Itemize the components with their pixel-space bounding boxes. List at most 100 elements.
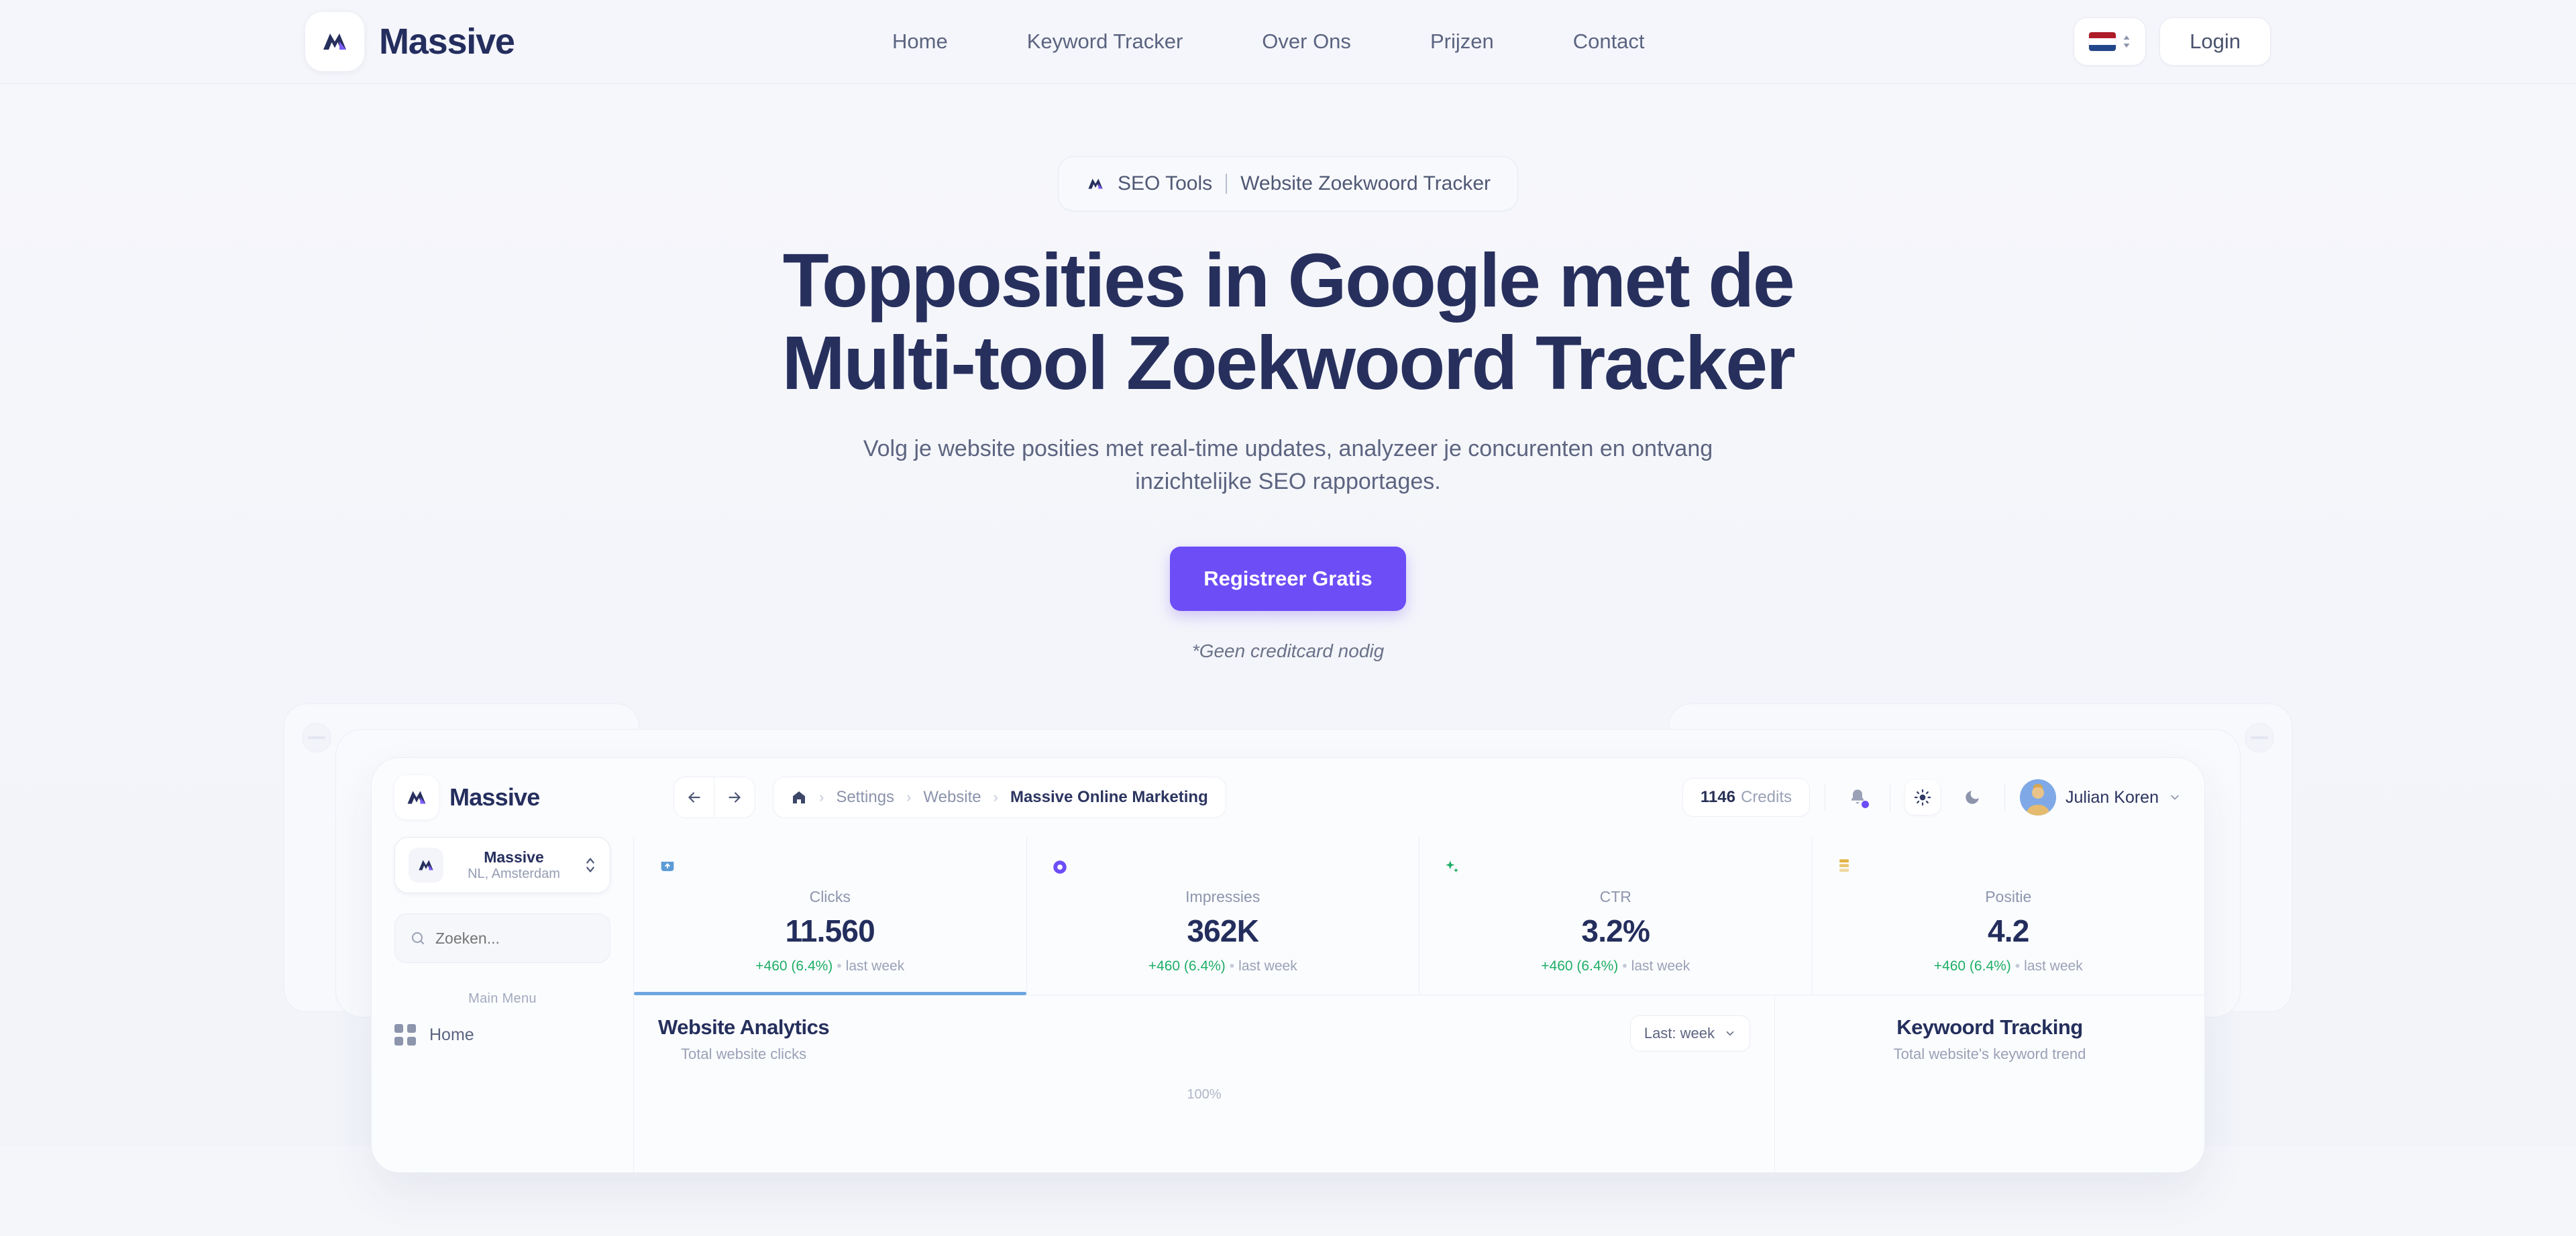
app-preview-window: Massive › Settings › Website › Massive O… [371, 757, 2205, 1174]
site-header: Massive Home Keyword Tracker Over Ons Pr… [0, 0, 2576, 84]
stat-card-impressies[interactable]: Impressies 362K +460 (6.4%) • last week [1027, 837, 1419, 995]
credits-label: Credits [1740, 788, 1792, 807]
stat-delta: +460 (6.4%) [755, 958, 833, 974]
credits-value: 1146 [1700, 788, 1735, 807]
stat-card-positie[interactable]: Positie 4.2 +460 (6.4%) • last week [1813, 837, 2205, 995]
badge-massive-m-logo-icon [1085, 174, 1106, 194]
login-button[interactable]: Login [2159, 17, 2271, 66]
stat-delta-row: +460 (6.4%) • last week [755, 958, 905, 974]
chevron-down-icon [1724, 1027, 1736, 1040]
up-down-chevron-icon [584, 856, 596, 874]
stat-cards: Clicks 11.560 +460 (6.4%) • last week Im… [634, 837, 2205, 996]
stat-delta-row: +460 (6.4%) • last week [1148, 958, 1297, 974]
breadcrumb-item-website[interactable]: Website [923, 788, 981, 807]
history-navigation [674, 777, 755, 819]
stat-delta-row: +460 (6.4%) • last week [1541, 958, 1690, 974]
register-free-button[interactable]: Registreer Gratis [1170, 547, 1406, 612]
app-brand-name: Massive [449, 783, 540, 811]
workspace-location: NL, Amsterdam [468, 866, 560, 881]
app-body: Massive NL, Amsterdam Zoeken... Main Men… [372, 837, 2205, 1173]
credits-badge[interactable]: 1146 Credits [1682, 778, 1811, 818]
workspace-switcher[interactable]: Massive NL, Amsterdam [394, 837, 610, 894]
badge-label-right: Website Zoekwoord Tracker [1240, 172, 1491, 194]
sidebar-item-home[interactable]: Home [394, 1024, 610, 1046]
breadcrumb: › Settings › Website › Massive Online Ma… [773, 777, 1226, 819]
dashboard-showcase: Massive › Settings › Website › Massive O… [0, 704, 2576, 1174]
badge-label-left: SEO Tools [1117, 172, 1213, 194]
nav-link-contact[interactable]: Contact [1534, 30, 1684, 54]
breadcrumb-separator-1: › [819, 789, 824, 806]
nav-link-keyword-tracker[interactable]: Keyword Tracker [987, 30, 1223, 54]
hero-subheading: Volg je website posities met real-time u… [863, 436, 1713, 495]
badge-divider [1226, 174, 1228, 194]
stat-value: 4.2 [1987, 913, 2029, 949]
hero-badge: SEO Tools Website Zoekwoord Tracker [1057, 156, 1519, 211]
headline-line-2: Multi-tool Zoekwoord Tracker [782, 321, 1796, 406]
workspace-logo-icon [409, 848, 443, 883]
stat-period: last week [845, 958, 905, 974]
nav-link-prijzen[interactable]: Prijzen [1391, 30, 1534, 54]
sidebar-item-label: Home [429, 1025, 474, 1044]
primary-nav: Home Keyword Tracker Over Ons Prijzen Co… [872, 30, 1684, 54]
app-header: Massive › Settings › Website › Massive O… [372, 758, 2204, 837]
panel-keyword-tracking: Keywoord Tracking Total website's keywor… [1775, 995, 2204, 1172]
app-sidebar: Massive NL, Amsterdam Zoeken... Main Men… [372, 837, 634, 1172]
app-main: Clicks 11.560 +460 (6.4%) • last week Im… [633, 837, 2205, 1173]
arrow-right-icon[interactable] [714, 777, 755, 818]
analytics-title: Website Analytics [658, 1015, 830, 1040]
headline-line-1: Topposities in Google met de [782, 238, 1795, 323]
workspace-name: Massive [484, 848, 544, 866]
breadcrumb-item-settings[interactable]: Settings [836, 788, 894, 807]
stat-period: last week [1238, 958, 1297, 974]
tracking-subtitle: Total website's keyword trend [1893, 1046, 2086, 1063]
stat-card-ctr[interactable]: CTR 3.2% +460 (6.4%) • last week [1419, 837, 1813, 995]
flag-nl-icon [2088, 32, 2116, 51]
stat-label: Impressies [1185, 888, 1260, 906]
tracking-title: Keywoord Tracking [1896, 1015, 2083, 1040]
user-name: Julian Koren [2065, 787, 2159, 807]
stat-period: last week [1631, 958, 1690, 974]
nav-link-over-ons[interactable]: Over Ons [1222, 30, 1391, 54]
up-down-chevron-icon [2122, 34, 2131, 49]
arrow-left-icon[interactable] [674, 777, 714, 818]
analytics-subtitle: Total website clicks [681, 1046, 807, 1063]
stat-delta: +460 (6.4%) [1933, 958, 2011, 974]
decorative-dash-right [2251, 736, 2268, 740]
stat-label: Clicks [809, 888, 851, 906]
stat-label: Positie [1985, 888, 2032, 906]
divider-3 [2004, 784, 2006, 811]
stat-value: 362K [1187, 913, 1259, 949]
sun-icon[interactable] [1905, 780, 1941, 816]
app-brand[interactable]: Massive [394, 775, 656, 820]
stat-delta: +460 (6.4%) [1148, 958, 1226, 974]
no-creditcard-note: *Geen creditcard nodig [1191, 640, 1385, 662]
search-icon [410, 930, 426, 946]
brand-logo-link[interactable]: Massive [305, 12, 515, 71]
header-actions: Login [2074, 17, 2271, 66]
app-header-actions: 1146 Credits Julian Koren [1682, 778, 2182, 818]
stat-delta: +460 (6.4%) [1541, 958, 1619, 974]
period-label: Last: week [1644, 1025, 1715, 1042]
sidebar-search[interactable] [394, 913, 634, 964]
stat-value: 3.2% [1581, 913, 1650, 949]
search-input[interactable] [435, 929, 634, 948]
stat-value: 11.560 [785, 913, 875, 949]
massive-m-logo-icon [305, 12, 364, 71]
user-menu[interactable]: Julian Koren [2020, 779, 2182, 816]
brand-name: Massive [379, 21, 515, 62]
bell-icon[interactable] [1840, 780, 1875, 815]
nav-link-home[interactable]: Home [872, 30, 987, 54]
period-selector[interactable]: Last: week [1629, 1015, 1750, 1052]
sparkle-icon [1444, 856, 1788, 879]
stat-card-clicks[interactable]: Clicks 11.560 +460 (6.4%) • last week [634, 837, 1027, 996]
page-title: Topposities in Google met de Multi-tool … [517, 239, 2059, 404]
home-icon[interactable] [791, 789, 807, 805]
impressions-eye-icon [1051, 856, 1395, 879]
notification-dot [1862, 801, 1870, 809]
dashboard-panels: Website Analytics Total website clicks L… [634, 995, 2204, 1173]
chart-axis-top-label: 100% [1187, 1087, 1222, 1103]
moon-icon[interactable] [1955, 780, 1990, 815]
breadcrumb-separator-2: › [906, 789, 912, 806]
language-selector[interactable] [2074, 17, 2147, 66]
chevron-down-icon [2168, 791, 2182, 804]
